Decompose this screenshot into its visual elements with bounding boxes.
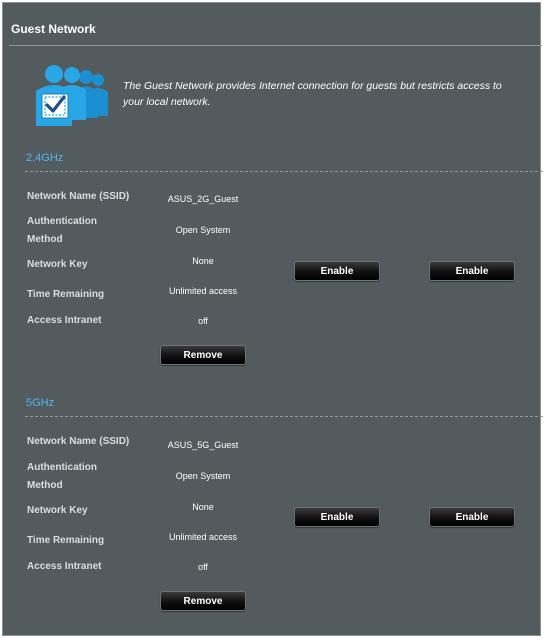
band-divider-2g	[25, 171, 543, 172]
label-key-2g: Network Key	[27, 259, 88, 270]
value-key-5g: None	[192, 502, 214, 512]
remove-button-5g[interactable]: Remove	[160, 591, 246, 611]
label-ssid-2g: Network Name (SSID)	[27, 191, 130, 202]
value-auth-2g: Open System	[175, 225, 231, 235]
value-intranet-2g: off	[198, 316, 208, 326]
value-key-2g: None	[192, 256, 214, 266]
enable-button-2g-2[interactable]: Enable	[429, 261, 515, 281]
value-time-2g: Unlimited access	[168, 286, 238, 296]
label-time-2g: Time Remaining	[27, 289, 105, 300]
label-auth-2g: Authentication Method	[27, 216, 97, 245]
intro-description: The Guest Network provides Internet conn…	[123, 80, 502, 108]
remove-button-2g[interactable]: Remove	[160, 345, 246, 365]
band-divider-5g	[25, 416, 543, 417]
label-key-5g: Network Key	[27, 505, 88, 516]
band-title-5g: 5GHz	[26, 397, 55, 409]
value-intranet-5g: off	[198, 562, 208, 572]
value-auth-5g: Open System	[175, 471, 231, 481]
enable-button-2g-1[interactable]: Enable	[294, 261, 380, 281]
guest-network-panel: Guest Network The Guest Network provides…	[2, 2, 543, 636]
label-ssid-5g: Network Name (SSID)	[27, 436, 130, 447]
value-ssid-2g: ASUS_2G_Guest	[167, 194, 239, 204]
label-intranet-5g: Access Intranet	[27, 561, 102, 572]
title-divider	[9, 45, 542, 46]
value-ssid-5g: ASUS_5G_Guest	[167, 440, 239, 450]
label-intranet-2g: Access Intranet	[27, 315, 102, 326]
label-auth-5g: Authentication Method	[27, 462, 97, 491]
enable-button-5g-2[interactable]: Enable	[429, 507, 515, 527]
band-title-2g: 2.4GHz	[26, 152, 64, 164]
label-time-5g: Time Remaining	[27, 535, 105, 546]
page-title: Guest Network	[11, 22, 96, 36]
value-time-5g: Unlimited access	[168, 532, 238, 542]
enable-button-5g-1[interactable]: Enable	[294, 507, 380, 527]
guest-users-check-icon	[36, 65, 108, 126]
